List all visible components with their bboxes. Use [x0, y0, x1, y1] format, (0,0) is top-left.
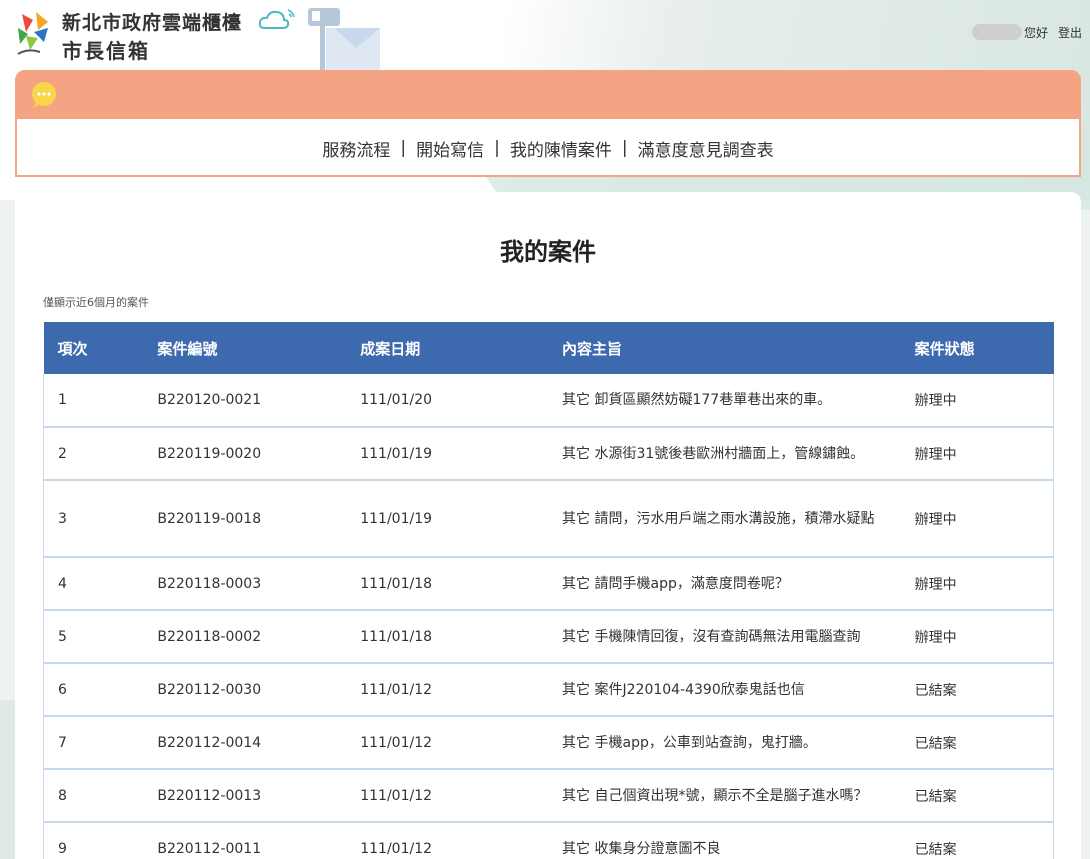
site-header: 新北市政府雲端櫃檯 市長信箱 您好 登出 — [0, 0, 1090, 70]
table-header-row: 項次 案件編號 成案日期 內容主旨 案件狀態 — [43, 322, 1054, 374]
cell-case-id[interactable]: B220118-0003 — [143, 557, 347, 611]
cell-status: 已結案 — [900, 716, 1054, 770]
cell-subject: 其它 請問手機app，滿意度問卷呢？ — [548, 557, 901, 611]
cell-subject: 其它 請問，污水用戶端之雨水溝設施，積滯水疑點 — [548, 480, 901, 558]
service-nav-panel: 服務流程 | 開始寫信 | 我的陳情案件 | 滿意度意見調查表 — [15, 70, 1081, 177]
header-status: 案件狀態 — [914, 339, 975, 358]
mailbox-icon — [308, 8, 380, 70]
cell-status: 辦理中 — [900, 557, 1054, 611]
cell-status: 辦理中 — [900, 374, 1054, 428]
main-card: 我的案件 僅顯示近6個月的案件 項次 案件編號 成案日期 內容主旨 案件狀態 1… — [15, 192, 1081, 859]
cell-index: 7 — [43, 716, 144, 770]
cell-index: 3 — [43, 480, 144, 558]
cell-status: 已結案 — [900, 769, 1054, 823]
header-case-id: 案件編號 — [157, 339, 218, 358]
cell-date: 111/01/12 — [346, 716, 549, 770]
cell-status: 已結案 — [900, 663, 1054, 717]
table-row[interactable]: 3 B220119-0018 111/01/19 其它 請問，污水用戶端之雨水溝… — [43, 480, 1054, 558]
cell-index: 6 — [43, 663, 144, 717]
cell-date: 111/01/12 — [346, 822, 549, 859]
cell-status: 已結案 — [900, 822, 1054, 859]
greeting-text: 您好 — [1023, 25, 1048, 40]
table-row[interactable]: 1 B220120-0021 111/01/20 其它 卸貨區顯然妨礙177巷單… — [43, 374, 1054, 428]
logout-link[interactable]: 登出 — [1058, 24, 1082, 41]
table-row[interactable]: 5 B220118-0002 111/01/18 其它 手機陳情回復，沒有查詢碼… — [43, 610, 1054, 664]
user-name-redacted — [971, 24, 1022, 40]
cell-subject: 其它 手機app，公車到站查詢，鬼打牆。 — [548, 716, 901, 770]
table-row[interactable]: 4 B220118-0003 111/01/18 其它 請問手機app，滿意度問… — [43, 557, 1054, 611]
nav-link-service-process[interactable]: 服務流程 — [312, 136, 400, 161]
cloud-wifi-icon — [258, 9, 295, 29]
nav-link-start-writing[interactable]: 開始寫信 — [406, 136, 494, 161]
cell-subject: 其它 水源街31號後巷歐洲村牆面上，管線鏽蝕。 — [548, 427, 901, 481]
cell-date: 111/01/12 — [346, 769, 549, 823]
cell-index: 9 — [43, 822, 144, 859]
cell-status: 辦理中 — [900, 480, 1054, 558]
cell-subject: 其它 自己個資出現*號，顯示不全是腦子進水嗎？ — [548, 769, 901, 823]
cell-index: 2 — [43, 427, 144, 481]
cell-subject: 其它 卸貨區顯然妨礙177巷單巷出來的車。 — [548, 374, 901, 428]
cell-date: 111/01/18 — [346, 557, 549, 611]
cell-case-id[interactable]: B220120-0021 — [143, 374, 347, 428]
chat-bubble-icon — [32, 82, 56, 108]
cell-date: 111/01/18 — [346, 610, 549, 664]
cell-case-id[interactable]: B220118-0002 — [143, 610, 347, 664]
cell-date: 111/01/20 — [346, 374, 549, 428]
cell-index: 1 — [43, 374, 144, 428]
cell-subject: 其它 手機陳情回復，沒有查詢碼無法用電腦查詢 — [548, 610, 901, 664]
cell-case-id[interactable]: B220119-0020 — [143, 427, 347, 481]
site-title: 新北市政府雲端櫃檯 — [62, 12, 243, 34]
table-row[interactable]: 6 B220112-0030 111/01/12 其它 案件J220104-43… — [43, 663, 1054, 717]
header-date: 成案日期 — [360, 339, 421, 358]
case-table: 項次 案件編號 成案日期 內容主旨 案件狀態 1 B220120-0021 11… — [43, 322, 1054, 859]
new-taipei-logo-icon[interactable] — [14, 10, 52, 60]
cell-date: 111/01/19 — [346, 427, 549, 481]
cell-index: 4 — [43, 557, 144, 611]
table-row[interactable]: 9 B220112-0011 111/01/12 其它 收集身分證意圖不良 已結… — [43, 822, 1054, 859]
cell-date: 111/01/19 — [346, 480, 549, 558]
cell-case-id[interactable]: B220112-0011 — [143, 822, 347, 859]
cell-case-id[interactable]: B220112-0030 — [143, 663, 347, 717]
nav-link-satisfaction-survey[interactable]: 滿意度意見調查表 — [628, 136, 784, 161]
cell-case-id[interactable]: B220112-0013 — [143, 769, 347, 823]
cell-date: 111/01/12 — [346, 663, 549, 717]
page-title: 我的案件 — [500, 238, 596, 266]
site-subtitle: 市長信箱 — [62, 39, 150, 63]
cell-status: 辦理中 — [900, 427, 1054, 481]
nav-panel-header — [17, 72, 1079, 119]
header-subject: 內容主旨 — [562, 339, 623, 358]
header-index: 項次 — [57, 339, 88, 358]
cell-index: 5 — [43, 610, 144, 664]
table-row[interactable]: 8 B220112-0013 111/01/12 其它 自己個資出現*號，顯示不… — [43, 769, 1054, 823]
cell-status: 辦理中 — [900, 610, 1054, 664]
cell-subject: 其它 案件J220104-4390欣泰鬼話也信 — [548, 663, 901, 717]
cell-subject: 其它 收集身分證意圖不良 — [548, 822, 901, 859]
cell-index: 8 — [43, 769, 144, 823]
cell-case-id[interactable]: B220112-0014 — [143, 716, 347, 770]
nav-link-my-cases[interactable]: 我的陳情案件 — [500, 136, 622, 161]
user-area: 您好 登出 — [971, 22, 1082, 42]
table-row[interactable]: 2 B220119-0020 111/01/19 其它 水源街31號後巷歐洲村牆… — [43, 427, 1054, 481]
case-table-wrapper: 項次 案件編號 成案日期 內容主旨 案件狀態 1 B220120-0021 11… — [43, 322, 1054, 859]
table-row[interactable]: 7 B220112-0014 111/01/12 其它 手機app，公車到站查詢… — [43, 716, 1054, 770]
cell-case-id[interactable]: B220119-0018 — [143, 480, 347, 558]
six-month-note: 僅顯示近6個月的案件 — [43, 296, 149, 309]
nav-links: 服務流程 | 開始寫信 | 我的陳情案件 | 滿意度意見調查表 — [17, 119, 1079, 175]
